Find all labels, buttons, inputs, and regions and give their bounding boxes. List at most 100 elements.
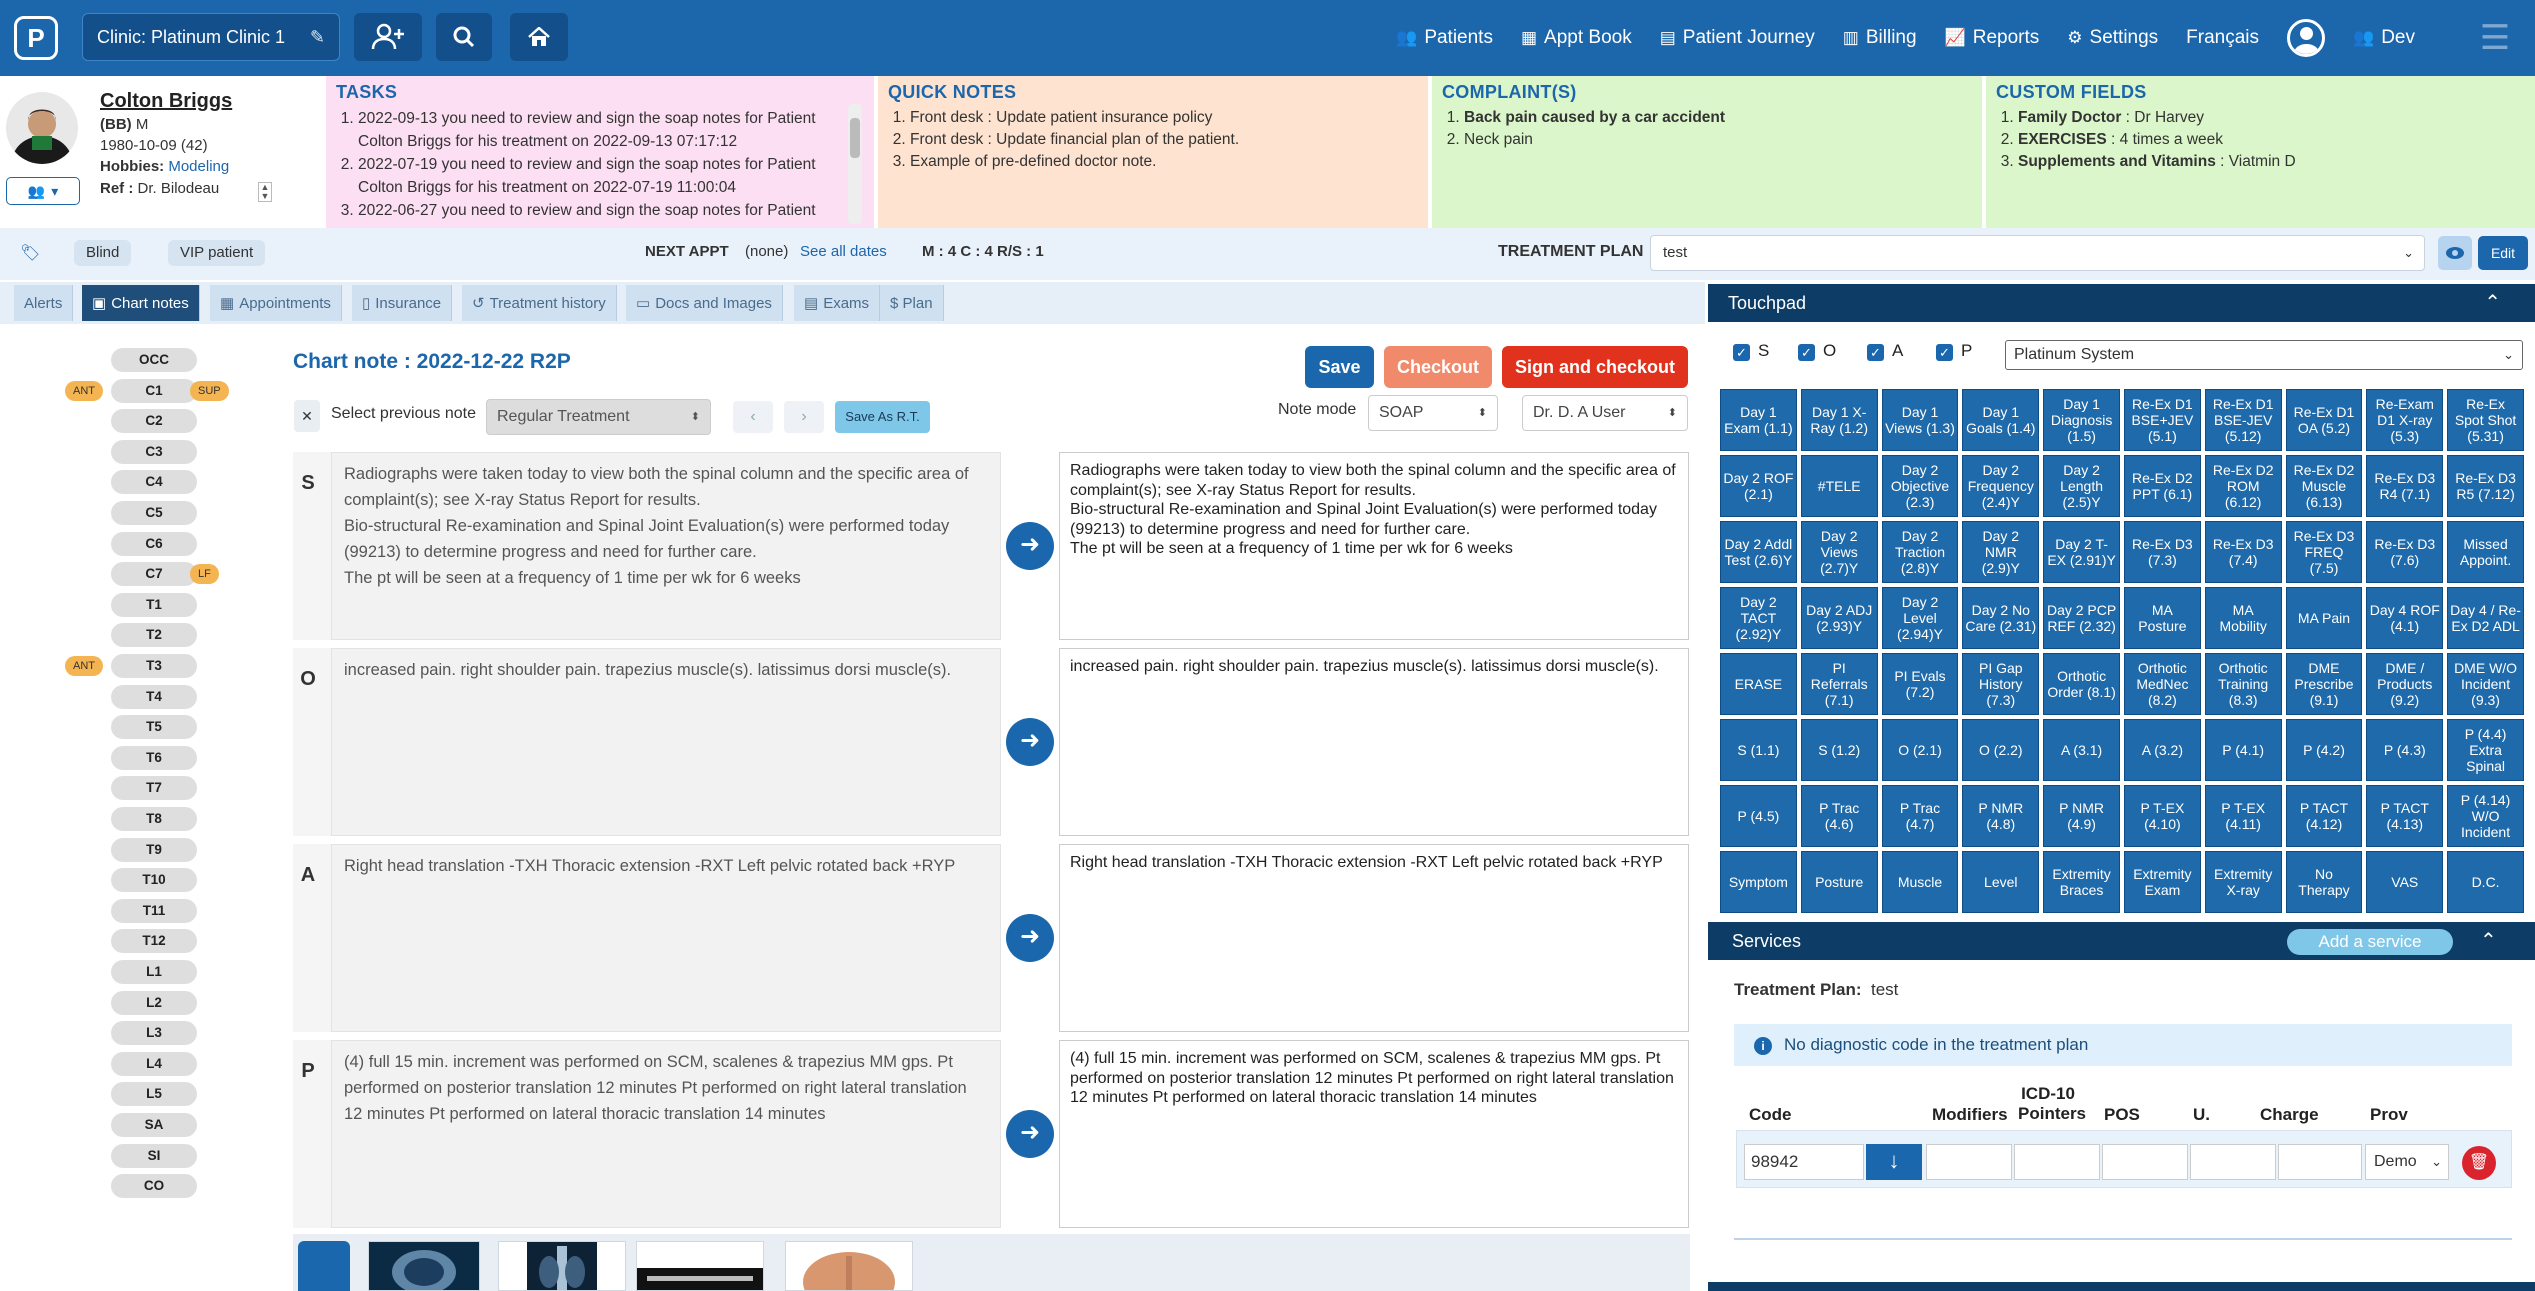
vertebra-l4[interactable]: L4 — [111, 1051, 197, 1076]
home-button[interactable] — [510, 13, 568, 61]
ref-stepper[interactable]: ▲ ▼ — [258, 182, 272, 202]
tasks-scroll-thumb[interactable] — [850, 118, 860, 158]
pos-input[interactable] — [2102, 1144, 2188, 1180]
touchpad-cell[interactable]: Day 2 ADJ (2.93)Y — [1800, 587, 1878, 649]
vertebra-t6[interactable]: T6 — [111, 745, 197, 770]
code-input[interactable]: 98942 — [1744, 1144, 1864, 1180]
touchpad-cell[interactable]: DME Prescribe (9.1) — [2285, 653, 2363, 715]
touchpad-cell[interactable]: Day 2 Objective (2.3) — [1881, 455, 1959, 517]
vertebra-c6[interactable]: C6 — [111, 531, 197, 556]
vertebra-l2[interactable]: L2 — [111, 990, 197, 1015]
delete-service-button[interactable]: 🗑 — [2462, 1146, 2496, 1180]
touchpad-cell[interactable]: Re-Ex D3 R4 (7.1) — [2366, 455, 2444, 517]
touchpad-cell[interactable]: Day 1 Goals (1.4) — [1962, 389, 2040, 451]
touchpad-cell[interactable]: Day 1 X-Ray (1.2) — [1800, 389, 1878, 451]
vertebra-si[interactable]: SI — [111, 1143, 197, 1168]
touchpad-cell[interactable]: Re-Ex D2 ROM (6.12) — [2204, 455, 2282, 517]
next-note-button[interactable]: › — [784, 401, 824, 433]
vertebra-t9[interactable]: T9 — [111, 837, 197, 862]
modifiers-input[interactable] — [1926, 1144, 2012, 1180]
vertebra-t3[interactable]: T3 — [111, 654, 197, 678]
vertebra-c4[interactable]: C4 — [111, 470, 197, 495]
touchpad-cell[interactable]: Day 2 TACT (2.92)Y — [1720, 587, 1797, 649]
touchpad-cell[interactable]: Day 1 Diagnosis (1.5) — [2043, 389, 2120, 451]
patient-name[interactable]: Colton Briggs — [100, 90, 232, 113]
note-editor-text[interactable]: Right head translation -TXH Thoracic ext… — [1059, 844, 1689, 1032]
provider-select[interactable]: Dr. D. A User ⬍ — [1522, 395, 1688, 431]
user-avatar[interactable] — [2287, 19, 2326, 57]
vertebra-t4[interactable]: T4 — [111, 684, 197, 709]
nav-patient-journey[interactable]: ▤ Patient Journey — [1660, 27, 1815, 49]
touchpad-cell[interactable]: O (2.1) — [1881, 719, 1959, 781]
touchpad-cell[interactable]: DME W/O Incident (9.3) — [2447, 653, 2524, 715]
thumbnail-xray-spine[interactable] — [498, 1241, 626, 1291]
touchpad-cell[interactable]: D.C. — [2447, 851, 2524, 913]
touchpad-cell[interactable]: PI Evals (7.2) — [1881, 653, 1959, 715]
touchpad-cell[interactable]: Orthotic Order (8.1) — [2043, 653, 2120, 715]
vertebra-t5[interactable]: T5 — [111, 715, 197, 740]
tab-plan[interactable]: $ Plan — [880, 285, 944, 321]
units-input[interactable] — [2190, 1144, 2276, 1180]
tab-docs-images[interactable]: ▭ Docs and Images — [626, 285, 783, 321]
touchpad-cell[interactable]: Muscle — [1881, 851, 1959, 913]
touchpad-cell[interactable]: P TACT (4.12) — [2285, 785, 2363, 847]
touchpad-cell[interactable]: P T-EX (4.11) — [2204, 785, 2282, 847]
vertebra-occ[interactable]: OCC — [111, 348, 197, 372]
vertebra-c3[interactable]: C3 — [111, 439, 197, 464]
nav-appt-book[interactable]: ▦ Appt Book — [1521, 27, 1632, 49]
vertebra-co[interactable]: CO — [111, 1174, 197, 1199]
touchpad-cell[interactable]: Re-Ex D3 R5 (7.12) — [2447, 455, 2524, 517]
tags-icon[interactable]: 🏷 — [20, 243, 40, 263]
checkbox-p[interactable]: ✓ — [1936, 344, 1953, 361]
app-logo[interactable]: P — [14, 16, 58, 60]
touchpad-cell[interactable]: P (4.2) — [2285, 719, 2363, 781]
vertebra-t10[interactable]: T10 — [111, 868, 197, 893]
touchpad-cell[interactable]: Day 4 / Re-Ex D2 ADL — [2447, 587, 2524, 649]
touchpad-cell[interactable]: Re-Exam D1 X-ray (5.3) — [2366, 389, 2444, 451]
touchpad-cell[interactable]: Missed Appoint. — [2447, 521, 2524, 583]
checkbox-a[interactable]: ✓ — [1867, 344, 1884, 361]
vertebra-c7[interactable]: C7 — [111, 562, 197, 587]
sign-and-checkout-button[interactable]: Sign and checkout — [1502, 346, 1688, 388]
touchpad-cell[interactable]: A (3.1) — [2043, 719, 2120, 781]
touchpad-cell[interactable]: MA Pain — [2285, 587, 2363, 649]
hamburger-menu-icon[interactable]: ☰ — [2473, 14, 2517, 62]
vertebra-c5[interactable]: C5 — [111, 501, 197, 525]
icd10-pointers-input[interactable] — [2014, 1144, 2100, 1180]
chevron-up-icon[interactable]: ⌃ — [2480, 922, 2497, 960]
touchpad-cell[interactable]: ERASE — [1720, 653, 1797, 715]
template-note-text[interactable]: Right head translation -TXH Thoracic ext… — [331, 844, 1001, 1032]
nav-reports[interactable]: 📈 Reports — [1945, 27, 2040, 49]
touchpad-cell[interactable]: P NMR (4.9) — [2043, 785, 2120, 847]
touchpad-cell[interactable]: Orthotic MedNec (8.2) — [2123, 653, 2201, 715]
checkout-button[interactable]: Checkout — [1384, 346, 1492, 388]
code-lookup-button[interactable]: ↓ — [1866, 1144, 1922, 1180]
edit-icon[interactable]: ✎ — [310, 27, 325, 48]
touchpad-cell[interactable]: Extremity Braces — [2043, 851, 2120, 913]
checkbox-s[interactable]: ✓ — [1733, 344, 1750, 361]
tab-chart-notes[interactable]: ▣ Chart notes — [82, 285, 200, 321]
touchpad-cell[interactable]: Orthotic Training (8.3) — [2204, 653, 2282, 715]
touchpad-cell[interactable]: Day 2 Addl Test (2.6)Y — [1720, 521, 1797, 583]
touchpad-cell[interactable]: MA Mobility — [2204, 587, 2282, 649]
touchpad-cell[interactable]: Day 1 Views (1.3) — [1881, 389, 1959, 451]
touchpad-cell[interactable]: Day 1 Exam (1.1) — [1720, 389, 1797, 451]
touchpad-cell[interactable]: S (1.2) — [1800, 719, 1878, 781]
note-editor-text[interactable]: increased pain. right shoulder pain. tra… — [1059, 648, 1689, 836]
nav-settings[interactable]: ⚙ Settings — [2067, 27, 2158, 49]
touchpad-cell[interactable]: Re-Ex D2 Muscle (6.13) — [2285, 455, 2363, 517]
touchpad-cell[interactable]: Re-Ex D3 (7.3) — [2123, 521, 2201, 583]
thumbnail-xray-skull[interactable] — [368, 1241, 480, 1291]
touchpad-cell[interactable]: P Trac (4.6) — [1800, 785, 1878, 847]
touchpad-cell[interactable]: Day 2 Level (2.94)Y — [1881, 587, 1959, 649]
charge-input[interactable] — [2278, 1144, 2362, 1180]
touchpad-cell[interactable]: Re-Ex Spot Shot (5.31) — [2447, 389, 2524, 451]
vertebra-c1[interactable]: C1 — [111, 378, 197, 403]
copy-arrow-button[interactable]: ➜ — [1006, 522, 1054, 570]
copy-arrow-button[interactable]: ➜ — [1006, 914, 1054, 962]
touchpad-cell[interactable]: Day 2 T-EX (2.91)Y — [2043, 521, 2120, 583]
template-note-text[interactable]: Radiographs were taken today to view bot… — [331, 452, 1001, 640]
vertebra-t1[interactable]: T1 — [111, 592, 197, 617]
vertebra-t7[interactable]: T7 — [111, 776, 197, 801]
touchpad-cell[interactable]: Re-Ex D3 FREQ (7.5) — [2285, 521, 2363, 583]
